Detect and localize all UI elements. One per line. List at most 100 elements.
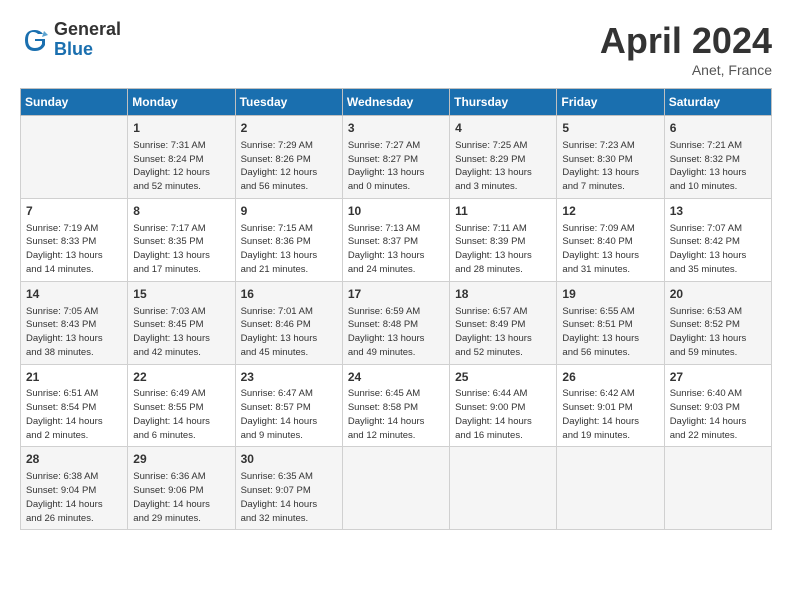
day-number: 3 [348, 120, 444, 137]
calendar-cell: 1Sunrise: 7:31 AM Sunset: 8:24 PM Daylig… [128, 116, 235, 199]
header-saturday: Saturday [664, 89, 771, 116]
day-number: 26 [562, 369, 658, 386]
day-info: Sunrise: 7:01 AM Sunset: 8:46 PM Dayligh… [241, 305, 337, 360]
calendar-cell: 14 Sunrise: 7:05 AM Sunset: 8:43 PM Dayli… [21, 281, 128, 364]
day-number: 16 [241, 286, 337, 303]
calendar-week-4: 21Sunrise: 6:51 AM Sunset: 8:54 PM Dayli… [21, 364, 772, 447]
page-header: General Blue April 2024 Anet, France [20, 20, 772, 78]
day-number: 2 [241, 120, 337, 137]
day-info: Sunrise: 6:55 AM Sunset: 8:51 PM Dayligh… [562, 305, 658, 360]
day-info: Sunrise: 7:05 AM Sunset: 8:43 PM Dayligh… [26, 305, 122, 360]
day-number: 10 [348, 203, 444, 220]
header-monday: Monday [128, 89, 235, 116]
day-info: Sunrise: 7:23 AM Sunset: 8:30 PM Dayligh… [562, 139, 658, 194]
calendar-cell: 5 Sunrise: 7:23 AM Sunset: 8:30 PM Daylig… [557, 116, 664, 199]
header-thursday: Thursday [450, 89, 557, 116]
day-number: 23 [241, 369, 337, 386]
calendar-cell [21, 116, 128, 199]
calendar-cell: 23Sunrise: 6:47 AM Sunset: 8:57 PM Dayli… [235, 364, 342, 447]
calendar-table: SundayMondayTuesdayWednesdayThursdayFrid… [20, 88, 772, 530]
day-info: Sunrise: 7:19 AM Sunset: 8:33 PM Dayligh… [26, 222, 122, 277]
title-block: April 2024 Anet, France [600, 20, 772, 78]
day-info: Sunrise: 6:51 AM Sunset: 8:54 PM Dayligh… [26, 387, 122, 442]
location-label: Anet, France [600, 62, 772, 78]
calendar-week-5: 28Sunrise: 6:38 AM Sunset: 9:04 PM Dayli… [21, 447, 772, 530]
day-info: Sunrise: 7:03 AM Sunset: 8:45 PM Dayligh… [133, 305, 229, 360]
header-friday: Friday [557, 89, 664, 116]
day-info: Sunrise: 7:13 AM Sunset: 8:37 PM Dayligh… [348, 222, 444, 277]
calendar-cell: 4 Sunrise: 7:25 AM Sunset: 8:29 PM Daylig… [450, 116, 557, 199]
day-info: Sunrise: 6:47 AM Sunset: 8:57 PM Dayligh… [241, 387, 337, 442]
day-number: 29 [133, 451, 229, 468]
day-number: 27 [670, 369, 766, 386]
calendar-cell [664, 447, 771, 530]
calendar-cell: 29 Sunrise: 6:36 AM Sunset: 9:06 PM Dayli… [128, 447, 235, 530]
calendar-cell: 20 Sunrise: 6:53 AM Sunset: 8:52 PM Dayli… [664, 281, 771, 364]
day-number: 8 [133, 203, 229, 220]
calendar-cell: 6Sunrise: 7:21 AM Sunset: 8:32 PM Daylig… [664, 116, 771, 199]
day-info: Sunrise: 6:38 AM Sunset: 9:04 PM Dayligh… [26, 470, 122, 525]
day-number: 24 [348, 369, 444, 386]
day-info: Sunrise: 7:17 AM Sunset: 8:35 PM Dayligh… [133, 222, 229, 277]
day-info: Sunrise: 6:36 AM Sunset: 9:06 PM Dayligh… [133, 470, 229, 525]
day-number: 22 [133, 369, 229, 386]
day-info: Sunrise: 7:25 AM Sunset: 8:29 PM Dayligh… [455, 139, 551, 194]
day-info: Sunrise: 7:07 AM Sunset: 8:42 PM Dayligh… [670, 222, 766, 277]
calendar-cell: 27Sunrise: 6:40 AM Sunset: 9:03 PM Dayli… [664, 364, 771, 447]
day-info: Sunrise: 6:44 AM Sunset: 9:00 PM Dayligh… [455, 387, 551, 442]
day-info: Sunrise: 6:42 AM Sunset: 9:01 PM Dayligh… [562, 387, 658, 442]
calendar-cell: 12 Sunrise: 7:09 AM Sunset: 8:40 PM Dayli… [557, 198, 664, 281]
calendar-cell: 2Sunrise: 7:29 AM Sunset: 8:26 PM Daylig… [235, 116, 342, 199]
calendar-cell: 10 Sunrise: 7:13 AM Sunset: 8:37 PM Dayli… [342, 198, 449, 281]
day-number: 14 [26, 286, 122, 303]
day-number: 12 [562, 203, 658, 220]
header-tuesday: Tuesday [235, 89, 342, 116]
calendar-week-2: 7Sunrise: 7:19 AM Sunset: 8:33 PM Daylig… [21, 198, 772, 281]
day-info: Sunrise: 6:40 AM Sunset: 9:03 PM Dayligh… [670, 387, 766, 442]
day-info: Sunrise: 6:35 AM Sunset: 9:07 PM Dayligh… [241, 470, 337, 525]
calendar-cell: 15Sunrise: 7:03 AM Sunset: 8:45 PM Dayli… [128, 281, 235, 364]
day-info: Sunrise: 6:57 AM Sunset: 8:49 PM Dayligh… [455, 305, 551, 360]
calendar-cell: 22Sunrise: 6:49 AM Sunset: 8:55 PM Dayli… [128, 364, 235, 447]
day-info: Sunrise: 7:15 AM Sunset: 8:36 PM Dayligh… [241, 222, 337, 277]
day-number: 18 [455, 286, 551, 303]
calendar-cell: 11Sunrise: 7:11 AM Sunset: 8:39 PM Dayli… [450, 198, 557, 281]
calendar-cell: 24Sunrise: 6:45 AM Sunset: 8:58 PM Dayli… [342, 364, 449, 447]
day-number: 25 [455, 369, 551, 386]
calendar-week-3: 14 Sunrise: 7:05 AM Sunset: 8:43 PM Dayli… [21, 281, 772, 364]
day-number: 5 [562, 120, 658, 137]
day-number: 1 [133, 120, 229, 137]
calendar-cell: 13 Sunrise: 7:07 AM Sunset: 8:42 PM Dayli… [664, 198, 771, 281]
calendar-cell: 21Sunrise: 6:51 AM Sunset: 8:54 PM Dayli… [21, 364, 128, 447]
calendar-header-row: SundayMondayTuesdayWednesdayThursdayFrid… [21, 89, 772, 116]
calendar-cell [557, 447, 664, 530]
calendar-cell: 25Sunrise: 6:44 AM Sunset: 9:00 PM Dayli… [450, 364, 557, 447]
calendar-cell: 3 Sunrise: 7:27 AM Sunset: 8:27 PM Daylig… [342, 116, 449, 199]
calendar-cell [450, 447, 557, 530]
calendar-cell: 26Sunrise: 6:42 AM Sunset: 9:01 PM Dayli… [557, 364, 664, 447]
day-number: 19 [562, 286, 658, 303]
logo-text: General Blue [54, 20, 121, 60]
day-info: Sunrise: 7:27 AM Sunset: 8:27 PM Dayligh… [348, 139, 444, 194]
calendar-cell: 28Sunrise: 6:38 AM Sunset: 9:04 PM Dayli… [21, 447, 128, 530]
calendar-cell: 17Sunrise: 6:59 AM Sunset: 8:48 PM Dayli… [342, 281, 449, 364]
day-number: 30 [241, 451, 337, 468]
day-info: Sunrise: 7:09 AM Sunset: 8:40 PM Dayligh… [562, 222, 658, 277]
day-info: Sunrise: 6:45 AM Sunset: 8:58 PM Dayligh… [348, 387, 444, 442]
day-number: 21 [26, 369, 122, 386]
day-info: Sunrise: 7:21 AM Sunset: 8:32 PM Dayligh… [670, 139, 766, 194]
calendar-cell: 18 Sunrise: 6:57 AM Sunset: 8:49 PM Dayli… [450, 281, 557, 364]
day-info: Sunrise: 6:53 AM Sunset: 8:52 PM Dayligh… [670, 305, 766, 360]
calendar-cell: 9Sunrise: 7:15 AM Sunset: 8:36 PM Daylig… [235, 198, 342, 281]
header-wednesday: Wednesday [342, 89, 449, 116]
day-number: 4 [455, 120, 551, 137]
day-number: 17 [348, 286, 444, 303]
day-info: Sunrise: 6:49 AM Sunset: 8:55 PM Dayligh… [133, 387, 229, 442]
logo-blue-text: Blue [54, 40, 121, 60]
calendar-cell: 19 Sunrise: 6:55 AM Sunset: 8:51 PM Dayli… [557, 281, 664, 364]
calendar-cell: 7Sunrise: 7:19 AM Sunset: 8:33 PM Daylig… [21, 198, 128, 281]
day-info: Sunrise: 7:11 AM Sunset: 8:39 PM Dayligh… [455, 222, 551, 277]
day-number: 13 [670, 203, 766, 220]
month-title: April 2024 [600, 20, 772, 62]
day-number: 20 [670, 286, 766, 303]
